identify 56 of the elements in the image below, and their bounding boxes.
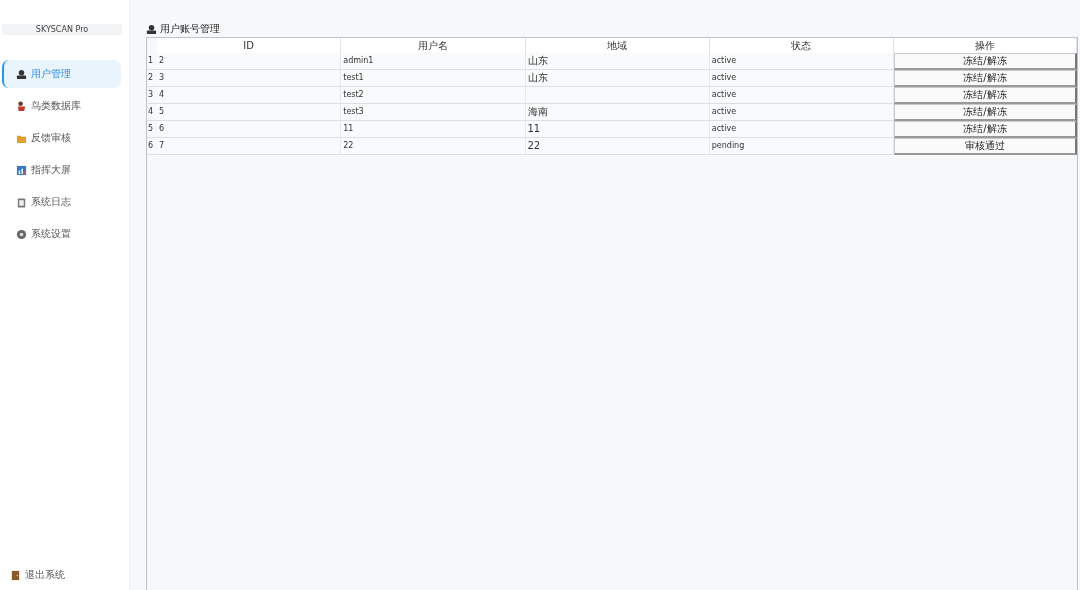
column-header: 操作 [894,38,1077,53]
table-cell: pending [709,138,894,155]
table-cell: 海南 [525,104,710,121]
sidebar-item[interactable]: 鸟类数据库 [2,92,121,120]
sidebar-label: 系统设置 [31,227,71,241]
column-header: 地域 [525,38,710,53]
user-icon [16,68,27,80]
app-brand: SKYSCAN Pro [2,24,122,35]
table-cell: 2 [157,53,342,70]
sidebar-label: 指挥大屏 [31,163,71,177]
sidebar-label: 系统日志 [31,195,71,209]
table-cell: 6 [157,121,342,138]
column-header: 状态 [709,38,894,53]
sidebar-label: 鸟类数据库 [31,99,81,113]
gear-icon [16,228,27,240]
sidebar-label: 用户管理 [31,67,71,81]
table-cell: 7 [157,138,342,155]
table-cell: 11 [341,121,526,138]
table-cell: 22 [341,138,526,155]
door-icon [10,569,21,581]
logout-item[interactable]: 退出系统 [10,568,129,582]
table-cell: active [709,104,894,121]
table-cell: active [709,53,894,70]
table-cell: test2 [341,87,526,104]
chart-icon [16,164,27,176]
action-button[interactable]: 冻结/解冻 [894,87,1077,104]
logout-label: 退出系统 [25,568,65,582]
column-header: 用户名 [341,38,526,53]
table-cell: 山东 [525,53,710,70]
action-button[interactable]: 冻结/解冻 [894,104,1077,121]
sidebar-item[interactable]: 指挥大屏 [2,156,121,184]
action-button[interactable]: 冻结/解冻 [894,121,1077,138]
table-cell: 3 [157,70,342,87]
sidebar-item[interactable]: 系统日志 [2,188,121,216]
table-cell: 11 [525,121,710,138]
table-cell: active [709,70,894,87]
sidebar-item[interactable]: 反馈审核 [2,124,121,152]
sidebar-label: 反馈审核 [31,131,71,145]
table-cell: 22 [525,138,710,155]
column-header: ID [157,38,342,53]
action-button[interactable]: 审核通过 [894,138,1077,155]
sidebar-item[interactable]: 系统设置 [2,220,121,248]
table-cell: admin1 [341,53,526,70]
table-cell: 4 [157,87,342,104]
table-cell: active [709,121,894,138]
table-cell: active [709,87,894,104]
bird-icon [16,100,27,112]
user-icon [146,23,157,35]
table-cell: 5 [157,104,342,121]
action-button[interactable]: 冻结/解冻 [894,70,1077,87]
table-cell: 山东 [525,70,710,87]
table-cell: test3 [341,104,526,121]
table-cell: test1 [341,70,526,87]
page-title: 用户账号管理 [160,22,220,36]
clipboard-icon [16,196,27,208]
action-button[interactable]: 冻结/解冻 [894,53,1077,70]
